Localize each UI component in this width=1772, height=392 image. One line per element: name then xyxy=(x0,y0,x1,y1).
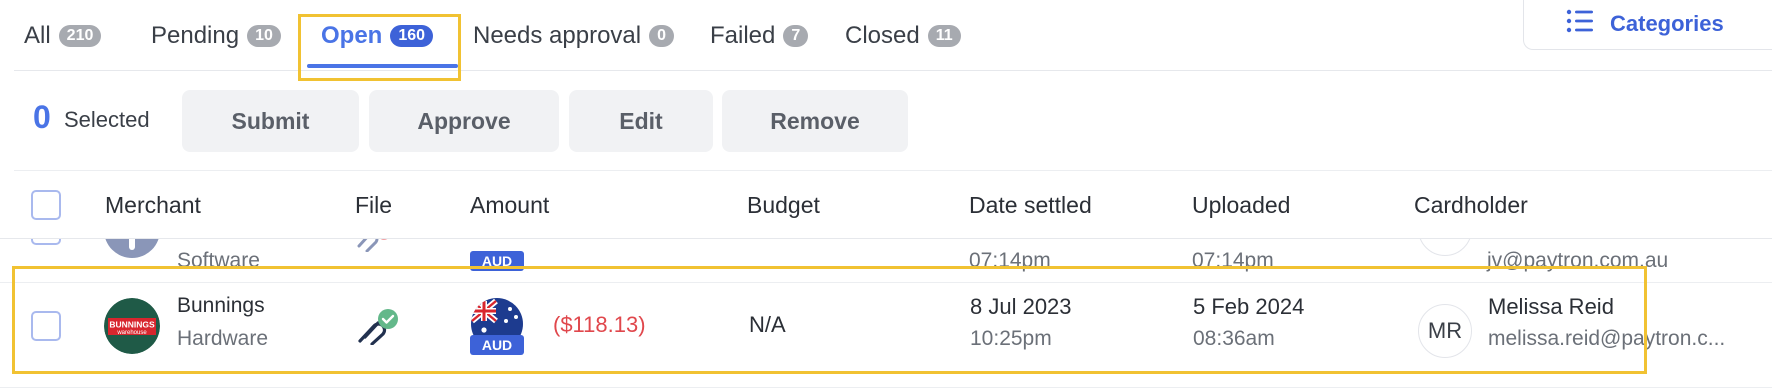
highlight-box-tab xyxy=(298,14,461,81)
column-header-file[interactable]: File xyxy=(355,192,392,219)
tabs-divider xyxy=(14,70,1772,71)
categories-button[interactable]: Categories xyxy=(1523,0,1772,50)
column-header-cardholder[interactable]: Cardholder xyxy=(1414,192,1528,219)
edit-button[interactable]: Edit xyxy=(569,90,713,152)
paperclip-icon[interactable] xyxy=(355,239,389,257)
select-all-checkbox[interactable] xyxy=(31,190,61,220)
submit-button[interactable]: Submit xyxy=(182,90,359,152)
tab-all[interactable]: All 210 xyxy=(24,18,102,54)
count-badge: 7 xyxy=(783,25,809,47)
selected-count: 0 xyxy=(33,99,51,135)
remove-button[interactable]: Remove xyxy=(722,90,908,152)
tab-label: All xyxy=(24,22,51,49)
column-header-amount[interactable]: Amount xyxy=(470,192,549,219)
status-tabs: All 210 Pending 10 Open 160 Needs approv… xyxy=(0,0,1772,70)
categories-label: Categories xyxy=(1610,10,1724,36)
tab-needs-approval[interactable]: Needs approval 0 xyxy=(473,18,675,54)
column-header-uploaded[interactable]: Uploaded xyxy=(1192,192,1290,219)
selected-label: Selected xyxy=(64,107,150,132)
list-icon xyxy=(1566,9,1594,39)
highlight-box-row xyxy=(12,266,1647,374)
toolbar-divider xyxy=(14,170,1772,171)
approve-button[interactable]: Approve xyxy=(369,90,559,152)
cardholder-avatar xyxy=(1418,239,1472,256)
count-badge: 11 xyxy=(927,25,961,47)
column-header-date-settled[interactable]: Date settled xyxy=(969,192,1092,219)
column-header-budget[interactable]: Budget xyxy=(747,192,820,219)
tab-pending[interactable]: Pending 10 xyxy=(151,18,281,54)
count-badge: 10 xyxy=(247,25,281,47)
merchant-logo xyxy=(104,239,160,258)
column-header-merchant[interactable]: Merchant xyxy=(105,192,201,219)
tab-label: Needs approval xyxy=(473,22,642,49)
tab-label: Pending xyxy=(151,22,240,49)
count-badge: 0 xyxy=(649,25,675,47)
row-divider xyxy=(0,387,1772,388)
tab-label: Failed xyxy=(710,22,776,49)
tab-failed[interactable]: Failed 7 xyxy=(710,18,809,54)
count-badge: 210 xyxy=(58,25,102,47)
tab-closed[interactable]: Closed 11 xyxy=(845,18,961,54)
row-checkbox[interactable] xyxy=(31,239,61,245)
tab-label: Closed xyxy=(845,22,920,49)
